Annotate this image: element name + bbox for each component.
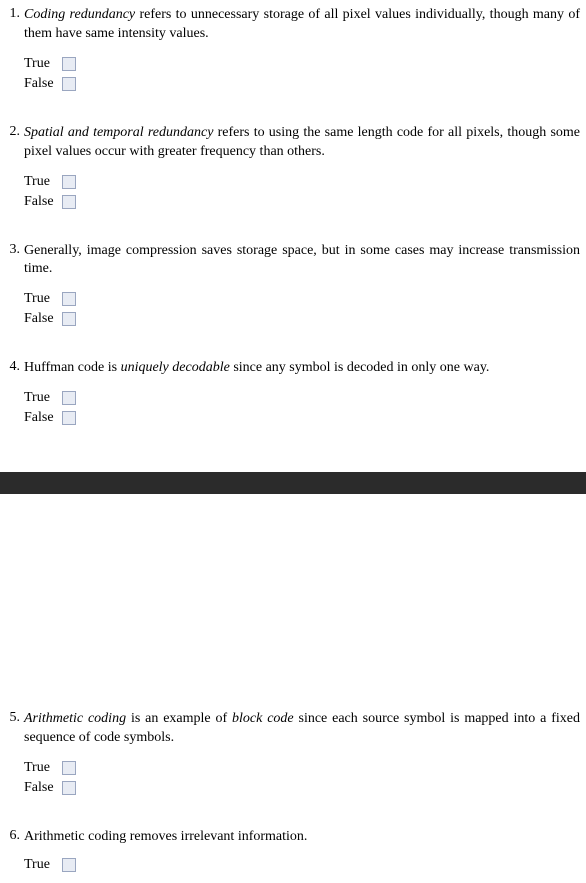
- option-true: True: [24, 172, 580, 192]
- checkbox-false[interactable]: [62, 77, 76, 91]
- option-false: False: [24, 408, 580, 428]
- option-label-false: False: [24, 311, 62, 327]
- question-number: 1.: [2, 6, 20, 22]
- option-label-true: True: [24, 390, 62, 406]
- page-1: 1. Coding redundancy refers to unnecessa…: [0, 0, 586, 428]
- options: True False: [24, 54, 580, 94]
- option-true: True: [24, 54, 580, 74]
- option-label-true: True: [24, 56, 62, 72]
- question-number: 6.: [2, 828, 20, 844]
- question-3: 3. Generally, image compression saves st…: [0, 242, 586, 330]
- question-number: 2.: [2, 124, 20, 140]
- option-true: True: [24, 388, 580, 408]
- question-number: 4.: [2, 359, 20, 375]
- option-label-false: False: [24, 194, 62, 210]
- question-text: Coding redundancy refers to unnecessary …: [24, 6, 580, 44]
- question-number: 3.: [2, 242, 20, 258]
- question-body: Arithmetic coding removes irrelevant inf…: [24, 829, 307, 844]
- option-true: True: [24, 758, 580, 778]
- checkbox-false[interactable]: [62, 411, 76, 425]
- question-text: Arithmetic coding removes irrelevant inf…: [24, 828, 580, 847]
- question-list: 1. Coding redundancy refers to unnecessa…: [0, 6, 586, 428]
- question-text: Arithmetic coding is an example of block…: [24, 710, 580, 748]
- question-1: 1. Coding redundancy refers to unnecessa…: [0, 6, 586, 94]
- question-list-2: 5. Arithmetic coding is an example of bl…: [0, 710, 586, 873]
- question-text: Generally, image compression saves stora…: [24, 242, 580, 280]
- question-body-post: since any symbol is decoded in only one …: [230, 360, 490, 375]
- option-label-true: True: [24, 174, 62, 190]
- question-text: Spatial and temporal redundancy refers t…: [24, 124, 580, 162]
- checkbox-true[interactable]: [62, 292, 76, 306]
- question-term-2: block code: [232, 711, 294, 726]
- question-body-pre: Huffman code is: [24, 360, 121, 375]
- question-term: Coding redundancy: [24, 7, 135, 22]
- checkbox-true[interactable]: [62, 761, 76, 775]
- question-body-pre: is an example of: [126, 711, 232, 726]
- checkbox-false[interactable]: [62, 781, 76, 795]
- question-body: Generally, image compression saves stora…: [24, 243, 580, 277]
- option-false: False: [24, 74, 580, 94]
- checkbox-false[interactable]: [62, 195, 76, 209]
- option-label-true: True: [24, 857, 62, 873]
- options: True False: [24, 388, 580, 428]
- checkbox-true[interactable]: [62, 858, 76, 872]
- option-label-true: True: [24, 760, 62, 776]
- question-term: uniquely decodable: [121, 360, 230, 375]
- question-term: Spatial and temporal redundancy: [24, 125, 213, 140]
- options: True False: [24, 289, 580, 329]
- option-true: True: [24, 857, 580, 873]
- options: True False: [24, 758, 580, 798]
- checkbox-false[interactable]: [62, 312, 76, 326]
- checkbox-true[interactable]: [62, 57, 76, 71]
- option-label-false: False: [24, 76, 62, 92]
- checkbox-true[interactable]: [62, 391, 76, 405]
- option-label-false: False: [24, 780, 62, 796]
- option-label-true: True: [24, 291, 62, 307]
- option-false: False: [24, 192, 580, 212]
- option-label-false: False: [24, 410, 62, 426]
- question-6: 6. Arithmetic coding removes irrelevant …: [0, 828, 586, 873]
- question-number: 5.: [2, 710, 20, 726]
- page-break: [0, 472, 586, 494]
- option-false: False: [24, 309, 580, 329]
- options: True: [24, 857, 580, 873]
- question-2: 2. Spatial and temporal redundancy refer…: [0, 124, 586, 212]
- checkbox-true[interactable]: [62, 175, 76, 189]
- option-true: True: [24, 289, 580, 309]
- option-false: False: [24, 778, 580, 798]
- options: True False: [24, 172, 580, 212]
- page-2: 5. Arithmetic coding is an example of bl…: [0, 704, 586, 873]
- question-term: Arithmetic coding: [24, 711, 126, 726]
- page-gap: [0, 494, 586, 704]
- question-4: 4. Huffman code is uniquely decodable si…: [0, 359, 586, 428]
- question-5: 5. Arithmetic coding is an example of bl…: [0, 710, 586, 798]
- question-text: Huffman code is uniquely decodable since…: [24, 359, 580, 378]
